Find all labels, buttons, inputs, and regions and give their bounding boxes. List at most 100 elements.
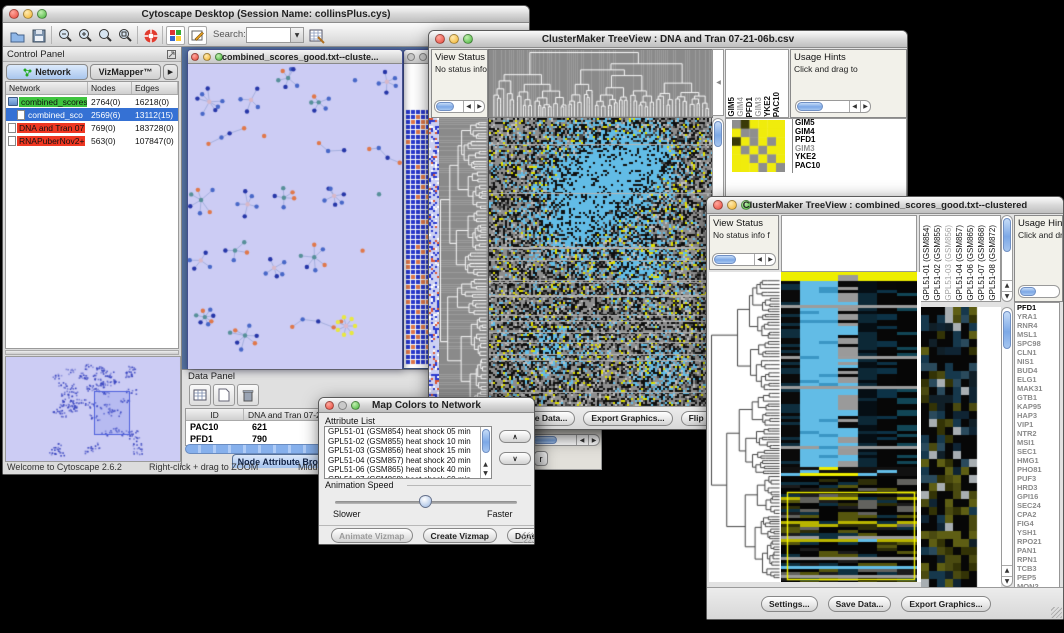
gene-label[interactable]: NIS1 [1015, 357, 1059, 366]
title-bar[interactable]: Cytoscape Desktop (Session Name: collins… [3, 6, 529, 23]
gene-label[interactable]: PFD1 [1015, 303, 1059, 312]
tab-scroll-right-icon[interactable]: ▶ [163, 64, 178, 80]
gene-label[interactable]: VIP1 [1015, 420, 1059, 429]
col-id[interactable]: ID [186, 409, 244, 420]
close-icon[interactable] [325, 401, 334, 410]
attribute-table-icon[interactable] [307, 26, 326, 45]
tv2-zoom-vscrollbar[interactable] [1001, 307, 1013, 587]
list-scrollbar[interactable] [480, 427, 491, 478]
attribute-select-icon[interactable] [189, 384, 211, 406]
float-panel-icon[interactable] [167, 50, 176, 59]
scroll-left-icon[interactable] [576, 435, 587, 445]
zoom-fit-icon[interactable] [96, 26, 115, 45]
network-list-header[interactable]: Network Nodes Edges [6, 82, 178, 95]
fragment-scrollbar[interactable] [531, 434, 600, 446]
gene-label[interactable]: YRA1 [1015, 312, 1059, 321]
attribute-item[interactable]: GPL51-07 (GSM868) heat shock 60 min [325, 475, 491, 480]
search-input[interactable] [247, 28, 290, 42]
move-down-button[interactable]: ∨ [499, 452, 531, 465]
tab-vizmapper[interactable]: VizMapper™ [90, 64, 161, 80]
col-edges[interactable]: Edges [132, 82, 178, 94]
zoom-in-icon[interactable] [76, 26, 95, 45]
gene-label[interactable]: NTR2 [1015, 429, 1059, 438]
gene-label[interactable]: PHO81 [1015, 465, 1059, 474]
collapse-icon[interactable] [714, 78, 723, 87]
tv1-gene-dendrogram-canvas[interactable] [439, 118, 488, 408]
view-status-scrollbar[interactable] [712, 253, 776, 266]
gene-label[interactable]: BUD4 [1015, 366, 1059, 375]
scroll-thumb[interactable] [1003, 218, 1011, 252]
gene-label[interactable]: SEC1 [1015, 447, 1059, 456]
scroll-left-icon[interactable] [463, 101, 473, 112]
scroll-up-icon[interactable] [1002, 565, 1012, 575]
scroll-thumb[interactable] [797, 102, 823, 111]
gene-label[interactable]: PAC10 [793, 162, 906, 171]
zoom-out-icon[interactable] [56, 26, 75, 45]
gene-label[interactable]: MSI1 [1015, 438, 1059, 447]
array-label[interactable]: GIM5 [727, 97, 736, 117]
scroll-thumb[interactable] [714, 121, 722, 147]
close-icon[interactable] [191, 53, 199, 61]
title-bar[interactable]: combined_scores_good.txt--cluste... [188, 50, 402, 64]
scroll-right-icon[interactable] [765, 254, 775, 265]
move-up-button[interactable]: ∧ [499, 430, 531, 443]
scroll-down-icon[interactable] [481, 469, 490, 478]
attribute-item[interactable]: GPL51-03 (GSM856) heat shock 15 min [325, 446, 491, 456]
gene-label[interactable]: HRD3 [1015, 483, 1059, 492]
resize-grip[interactable] [1051, 607, 1062, 618]
slider-thumb[interactable] [419, 495, 432, 508]
scroll-thumb[interactable] [714, 255, 736, 264]
gene-label[interactable]: KAP95 [1015, 402, 1059, 411]
network-list-row[interactable]: combined_sco 2569(6) 13112(15) [6, 108, 178, 121]
gene-label[interactable]: HAP3 [1015, 411, 1059, 420]
gene-label[interactable]: CPA2 [1015, 510, 1059, 519]
network-list-row[interactable]: RNAPuberNov2+I 563(0) 107847(0) [6, 134, 178, 147]
array-label[interactable]: GPL51-01 (GSM854) [921, 225, 932, 301]
network-list-row[interactable]: combined_scores 2764(0) 16218(0) [6, 95, 178, 108]
treeview-action-button[interactable]: Export Graphics... [901, 596, 990, 612]
close-icon[interactable] [9, 9, 19, 19]
scroll-left-icon[interactable] [849, 101, 859, 112]
array-label[interactable]: PFD1 [745, 97, 754, 117]
scroll-thumb[interactable] [482, 429, 490, 453]
scroll-down-icon[interactable] [1002, 291, 1012, 301]
fragment-button[interactable]: r [534, 451, 548, 466]
gene-label[interactable]: PAN1 [1015, 546, 1059, 555]
gene-label[interactable]: TCB3 [1015, 564, 1059, 573]
save-icon[interactable] [29, 26, 48, 45]
array-label[interactable]: YKE2 [763, 96, 772, 117]
tv2-gene-dendrogram-canvas[interactable] [709, 272, 781, 582]
title-bar[interactable]: Map Colors to Network [319, 398, 534, 413]
array-label[interactable]: GPL51-04 (GSM857) [954, 225, 965, 301]
tv2-heatmap-canvas[interactable] [781, 272, 917, 582]
treeview-action-button[interactable]: Settings... [761, 596, 818, 612]
tv2-labels-scrollbar[interactable] [1001, 215, 1013, 302]
close-icon[interactable] [407, 53, 415, 61]
scroll-right-icon[interactable] [474, 101, 484, 112]
treeview-action-button[interactable]: Export Graphics... [583, 411, 672, 426]
tab-network[interactable]: Network [6, 64, 88, 80]
close-icon[interactable] [713, 200, 723, 210]
birds-eye-view-canvas[interactable] [5, 356, 181, 462]
help-lifering-icon[interactable] [141, 26, 160, 45]
tv1-column-dendrogram-canvas[interactable] [488, 49, 713, 118]
array-label[interactable]: GPL51-03 (GSM856) [943, 225, 954, 301]
array-label[interactable]: GPL51-02 (GSM855) [932, 225, 943, 301]
gene-label[interactable]: GPI16 [1015, 492, 1059, 501]
gene-label[interactable]: PEP5 [1015, 573, 1059, 582]
gene-label[interactable]: YSH1 [1015, 528, 1059, 537]
gene-label[interactable]: SPC98 [1015, 339, 1059, 348]
attribute-item[interactable]: GPL51-06 (GSM865) heat shock 40 min [325, 465, 491, 475]
gene-label[interactable]: MSL1 [1015, 330, 1059, 339]
gene-label[interactable]: PUF3 [1015, 474, 1059, 483]
array-label[interactable]: GIM3 [754, 97, 763, 117]
gene-label[interactable]: SEC24 [1015, 501, 1059, 510]
tv1-zoom-heatmap-canvas[interactable] [732, 120, 785, 172]
search-combobox[interactable]: ▼ [246, 27, 304, 43]
zoom-selected-icon[interactable] [116, 26, 135, 45]
usage-hints-scrollbar[interactable] [795, 100, 871, 113]
scroll-left-icon[interactable] [754, 254, 764, 265]
gene-label[interactable]: RNR4 [1015, 321, 1059, 330]
gene-label[interactable]: MAK31 [1015, 384, 1059, 393]
scroll-right-icon[interactable] [588, 435, 599, 445]
